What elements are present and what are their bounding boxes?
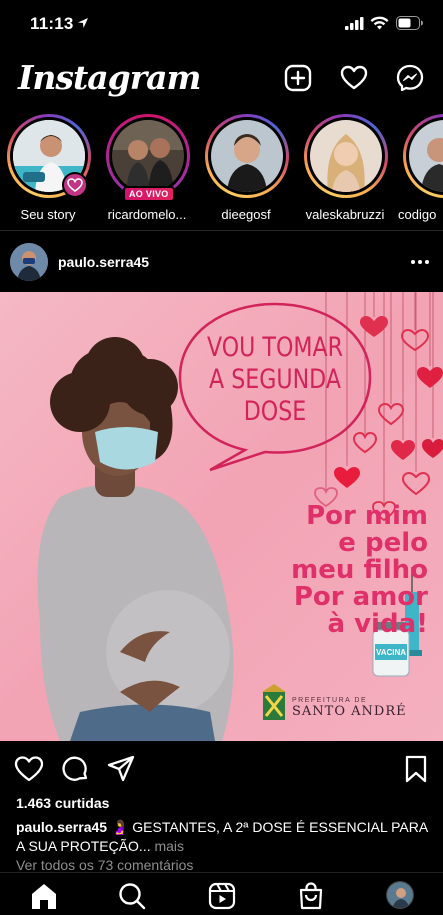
story-avatar [409, 120, 443, 192]
home-icon[interactable] [29, 881, 59, 911]
shop-bag-icon[interactable] [296, 881, 326, 911]
reels-icon[interactable] [207, 881, 237, 911]
prefeitura-crest-logo [262, 684, 286, 720]
new-post-icon[interactable] [284, 64, 312, 92]
story-avatar [112, 120, 184, 192]
post-username[interactable]: paulo.serra45 [58, 254, 149, 270]
app-header: Instagram [0, 52, 443, 107]
slogan-line: Por amor [293, 582, 428, 612]
slogan-line: meu filho [291, 555, 428, 585]
slogan-text: Por mim e pelo meu filho Por amor à vida… [218, 503, 428, 638]
post-actions [0, 748, 443, 792]
live-badge: AO VIVO [123, 186, 175, 202]
slogan-line: e pelo [338, 528, 428, 558]
story-label: codigo [398, 207, 437, 222]
post-caption: paulo.serra45 🤰 GESTANTES, A 2ª DOSE É E… [16, 818, 431, 856]
comment-icon[interactable] [60, 754, 90, 784]
story-ring [403, 114, 443, 198]
slogan-line: Por mim [306, 501, 428, 531]
vaccine-label: VACINA [376, 648, 406, 657]
prefeitura-city-text: SANTO ANDRÉ [292, 704, 407, 719]
story-label: dieegosf [221, 207, 271, 222]
slogan-line: à vida! [327, 609, 428, 639]
share-direct-icon[interactable] [106, 754, 136, 784]
likes-count[interactable]: 1.463 curtidas [16, 795, 109, 811]
add-story-badge[interactable] [62, 172, 88, 198]
story-item[interactable]: Seu story [4, 114, 92, 224]
cellular-signal-icon [345, 17, 364, 30]
story-avatar [310, 120, 382, 192]
location-arrow-icon [78, 18, 88, 28]
more-options-icon[interactable] [408, 252, 432, 272]
profile-avatar-tab[interactable] [386, 881, 414, 909]
save-bookmark-icon[interactable] [401, 754, 431, 784]
status-time: 11:13 [30, 14, 74, 33]
story-label: ricardomelo... [107, 207, 187, 222]
speech-line: A SEGUNDA [209, 364, 341, 395]
story-item[interactable]: dieegosf [202, 114, 290, 224]
speech-line: DOSE [243, 396, 307, 427]
view-comments-link[interactable]: Ver todos os 73 comentários [16, 857, 193, 873]
caption-username[interactable]: paulo.serra45 [16, 819, 107, 835]
story-item[interactable]: valeskabruzzi [301, 114, 389, 224]
messenger-icon[interactable] [396, 64, 424, 92]
story-label: valeskabruzzi [305, 207, 385, 222]
search-icon[interactable] [117, 881, 147, 911]
bottom-tab-bar [0, 872, 443, 915]
story-item[interactable]: codigo [398, 114, 443, 224]
story-item[interactable]: AO VIVO ricardomelo... [103, 114, 191, 224]
prefeitura-small-text: PREFEITURA DE [292, 697, 368, 704]
wifi-icon [370, 16, 389, 30]
speech-bubble-text: VOU TOMAR A SEGUNDA DOSE [205, 332, 344, 428]
story-ring [304, 114, 388, 198]
post-author-avatar[interactable] [10, 243, 48, 281]
instagram-logo[interactable]: Instagram [18, 58, 201, 97]
story-label: Seu story [20, 207, 76, 222]
heart-activity-icon[interactable] [340, 64, 368, 92]
caption-more-link[interactable]: mais [151, 838, 184, 854]
stories-tray: Seu story AO VIVO ricardomelo... dieegos… [0, 110, 443, 228]
status-bar: 11:13 [0, 0, 443, 52]
speech-line: VOU TOMAR [206, 332, 344, 363]
story-avatar [211, 120, 283, 192]
pregnant-woman-illustration [37, 337, 234, 741]
battery-icon [396, 16, 423, 30]
post-image[interactable]: VACINA VOU TOMAR A SEGUNDA DOSE Por mim … [0, 292, 443, 741]
post-header: paulo.serra45 [0, 238, 443, 288]
divider [0, 230, 443, 231]
like-heart-icon[interactable] [14, 754, 44, 784]
story-ring [205, 114, 289, 198]
